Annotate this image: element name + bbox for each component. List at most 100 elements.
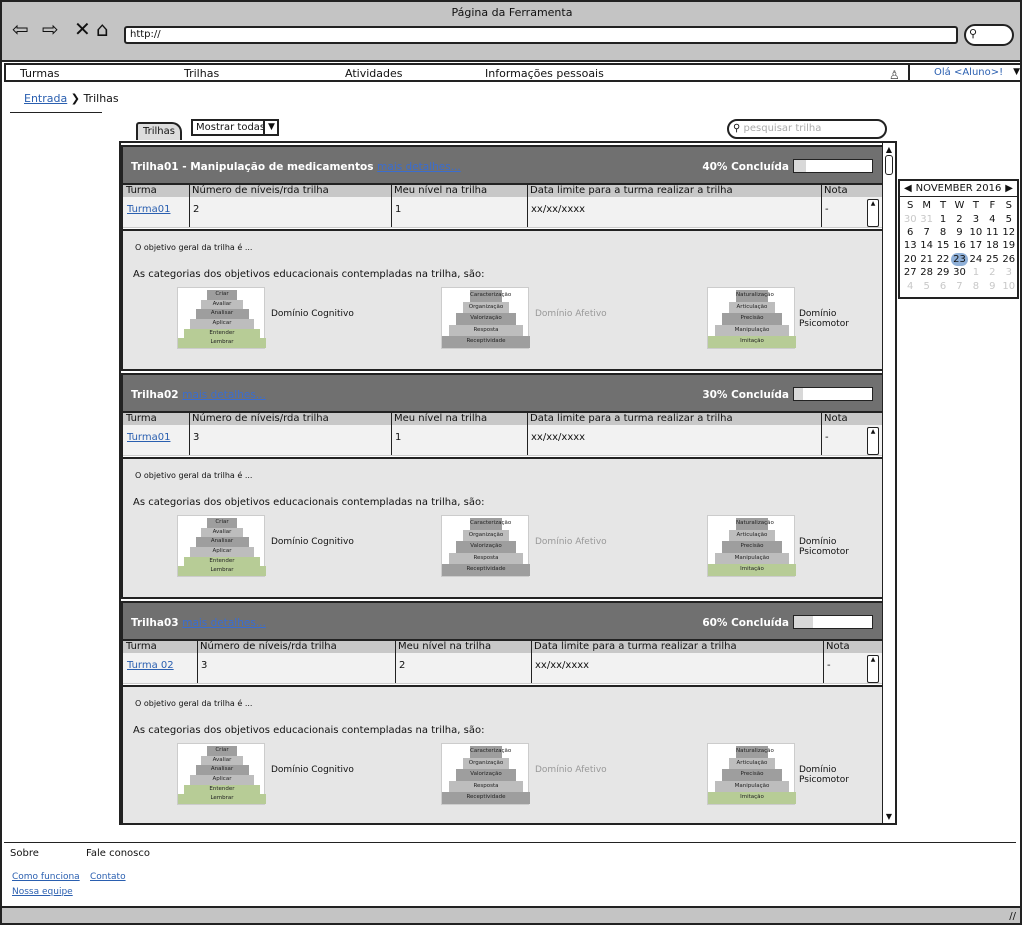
- calendar-day[interactable]: 24: [968, 253, 984, 266]
- turma-link[interactable]: Turma 02: [127, 660, 174, 671]
- progress-bar: [793, 615, 873, 629]
- calendar-day[interactable]: 19: [1001, 239, 1017, 252]
- link-como-funciona[interactable]: Como funciona: [12, 872, 80, 882]
- calendar-day[interactable]: 15: [935, 239, 951, 252]
- domain-label: Domínio Cognitivo: [271, 309, 354, 319]
- pyramid-level: Valorização: [456, 313, 516, 325]
- calendar-day[interactable]: 30: [902, 212, 918, 225]
- browser-chrome: Página da Ferramenta ⇦ ⇨ ✕ ⌂ http:// ⚲: [2, 2, 1020, 62]
- turma-link[interactable]: Turma01: [127, 432, 170, 443]
- row-scrollbar[interactable]: ▲: [867, 199, 879, 227]
- url-bar[interactable]: http://: [124, 26, 958, 44]
- stop-icon[interactable]: ✕: [74, 18, 91, 40]
- row-scrollbar[interactable]: ▲: [867, 427, 879, 455]
- calendar-day[interactable]: 21: [918, 253, 934, 266]
- turma-link[interactable]: Turma01: [127, 204, 170, 215]
- calendar-day[interactable]: 7: [951, 279, 967, 292]
- calendar-day[interactable]: 5: [918, 279, 934, 292]
- calendar-day[interactable]: 20: [902, 253, 918, 266]
- calendar-day[interactable]: 12: [1001, 226, 1017, 239]
- resize-grip-icon[interactable]: //: [1009, 911, 1016, 922]
- table-row: [123, 197, 883, 228]
- calendar-day[interactable]: 8: [935, 226, 951, 239]
- calendar-day[interactable]: 2: [984, 266, 1000, 279]
- pyramid-level: Lembrar: [178, 794, 266, 804]
- details-link[interactable]: mais detalhes...: [182, 617, 266, 629]
- person-icon: ♙: [889, 68, 900, 82]
- calendar-day[interactable]: 10: [968, 226, 984, 239]
- pyramid-level: Manipulação: [715, 780, 789, 793]
- column-divider: [823, 641, 824, 683]
- pyramid-level: Caracterização: [470, 290, 511, 302]
- calendar-day[interactable]: 9: [951, 226, 967, 239]
- calendar-day[interactable]: 4: [902, 279, 918, 292]
- menu-trilhas[interactable]: Trilhas: [184, 67, 219, 80]
- calendar-day[interactable]: 8: [968, 279, 984, 292]
- calendar-day[interactable]: 3: [968, 212, 984, 225]
- progress-label: 40% Concluída: [702, 161, 789, 173]
- browser-search[interactable]: ⚲: [964, 24, 1014, 46]
- calendar-day[interactable]: 22: [935, 253, 951, 266]
- pyramid-diagram: Naturalização Articulação Precisão Manipula…: [707, 287, 796, 349]
- table-cell: -: [825, 432, 829, 443]
- scroll-up-icon[interactable]: ▲: [883, 145, 895, 154]
- calendar-day[interactable]: 6: [935, 279, 951, 292]
- link-contato[interactable]: Contato: [90, 872, 126, 882]
- details-link[interactable]: mais detalhes...: [377, 161, 461, 173]
- calendar-day[interactable]: 31: [918, 212, 934, 225]
- calendar-day[interactable]: 17: [968, 239, 984, 252]
- panel-scrollbar[interactable]: ▲ ▼: [882, 143, 895, 823]
- calendar-day[interactable]: 23: [951, 252, 968, 266]
- calendar-day[interactable]: 6: [902, 226, 918, 239]
- pyramid-level: Valorização: [456, 769, 516, 781]
- calendar-day[interactable]: 30: [951, 266, 967, 279]
- calendar-day[interactable]: 4: [984, 212, 1000, 225]
- calendar-day[interactable]: 11: [984, 226, 1000, 239]
- trilha-search-input[interactable]: ⚲ pesquisar trilha: [727, 119, 887, 139]
- scroll-thumb[interactable]: [885, 155, 893, 175]
- calendar-day[interactable]: 25: [984, 253, 1000, 266]
- tab-trilhas[interactable]: Trilhas: [136, 122, 182, 140]
- user-dropdown[interactable]: Olá <Aluno>! ▼: [908, 63, 1020, 82]
- calendar-day[interactable]: 1: [935, 212, 951, 225]
- menu-atividades[interactable]: Atividades: [345, 67, 402, 80]
- breadcrumb-entrada[interactable]: Entrada: [24, 92, 67, 105]
- column-divider: [821, 413, 822, 455]
- calendar-day[interactable]: 16: [951, 239, 967, 252]
- pyramid-level: Articulação: [729, 529, 775, 542]
- pyramid-diagram: Caracterização Organização Valorização Resp…: [441, 515, 530, 577]
- filter-select[interactable]: Mostrar todas ▼: [191, 119, 279, 136]
- trilha-body: O objetivo geral da trilha é ... As categ…: [123, 459, 883, 597]
- next-month-icon[interactable]: ▶: [1005, 181, 1013, 196]
- pyramid-level: Precisão: [722, 541, 782, 553]
- home-icon[interactable]: ⌂: [96, 18, 109, 40]
- back-icon[interactable]: ⇦: [12, 18, 29, 40]
- calendar-day[interactable]: 18: [984, 239, 1000, 252]
- prev-month-icon[interactable]: ◀: [904, 181, 912, 196]
- calendar-day[interactable]: 7: [918, 226, 934, 239]
- trilha-card: Trilha03 mais detalhes... 60% Concluída Tu…: [121, 601, 885, 823]
- calendar-day[interactable]: 13: [902, 239, 918, 252]
- calendar-day[interactable]: 3: [1001, 266, 1017, 279]
- calendar-day[interactable]: 9: [984, 279, 1000, 292]
- calendar-day[interactable]: 29: [935, 266, 951, 279]
- scroll-down-icon[interactable]: ▼: [883, 812, 895, 821]
- calendar-day[interactable]: 5: [1001, 212, 1017, 225]
- weekday-label: W: [954, 200, 965, 212]
- menu-turmas[interactable]: Turmas: [20, 67, 60, 80]
- breadcrumb: Entrada ❯ Trilhas: [24, 92, 119, 105]
- calendar-day[interactable]: 27: [902, 266, 918, 279]
- calendar-day[interactable]: 2: [951, 212, 967, 225]
- calendar-day[interactable]: 14: [918, 239, 934, 252]
- forward-icon[interactable]: ⇨: [42, 18, 59, 40]
- calendar-day[interactable]: 1: [968, 266, 984, 279]
- calendar-day[interactable]: 10: [1001, 279, 1017, 292]
- table-cell: 3: [201, 660, 208, 671]
- details-link[interactable]: mais detalhes...: [182, 389, 266, 401]
- menu-informacoes[interactable]: Informações pessoais: [485, 67, 604, 80]
- pyramid-diagram: Naturalização Articulação Precisão Manipula…: [707, 515, 796, 577]
- calendar-day[interactable]: 28: [918, 266, 934, 279]
- row-scrollbar[interactable]: ▲: [867, 655, 879, 683]
- calendar-day[interactable]: 26: [1001, 253, 1017, 266]
- link-nossa-equipe[interactable]: Nossa equipe: [12, 887, 73, 897]
